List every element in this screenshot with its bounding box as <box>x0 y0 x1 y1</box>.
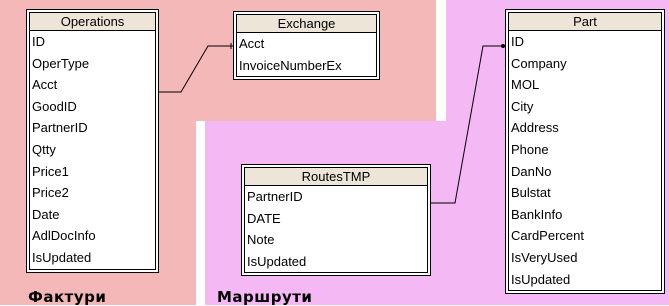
field-isupdated[interactable]: IsUpdated <box>30 247 155 269</box>
field-isupdated[interactable]: IsUpdated <box>509 269 661 291</box>
field-bulstat[interactable]: Bulstat <box>509 182 661 204</box>
field-phone[interactable]: Phone <box>509 139 661 161</box>
field-id[interactable]: ID <box>509 31 661 53</box>
field-company[interactable]: Company <box>509 53 661 75</box>
part-field-list: ID Company MOL City Address Phone DanNo … <box>509 31 661 290</box>
field-price2[interactable]: Price2 <box>30 182 155 204</box>
operations-table-title[interactable]: Operations <box>30 13 155 31</box>
routestmp-table[interactable]: RoutesTMP PartnerID DATE Note IsUpdated <box>244 167 428 274</box>
routestmp-table-title[interactable]: RoutesTMP <box>245 168 427 186</box>
field-danno[interactable]: DanNo <box>509 161 661 183</box>
field-adldocinfo[interactable]: AdlDocInfo <box>30 225 155 247</box>
field-city[interactable]: City <box>509 96 661 118</box>
exchange-table-title[interactable]: Exchange <box>237 15 376 33</box>
relation-routes-part <box>428 45 507 204</box>
relation-operations-exchange <box>155 45 235 93</box>
field-isupdated[interactable]: IsUpdated <box>245 251 427 273</box>
part-table-title[interactable]: Part <box>509 13 661 31</box>
field-acct[interactable]: Acct <box>30 74 155 96</box>
field-partnerid[interactable]: PartnerID <box>245 186 427 208</box>
operations-field-list: ID OperType Acct GoodID PartnerID Qtty P… <box>30 31 155 269</box>
field-invoicenumberex[interactable]: InvoiceNumberEx <box>237 55 376 77</box>
routestmp-field-list: PartnerID DATE Note IsUpdated <box>245 186 427 272</box>
field-price1[interactable]: Price1 <box>30 161 155 183</box>
field-address[interactable]: Address <box>509 117 661 139</box>
field-date[interactable]: DATE <box>245 208 427 230</box>
field-qtty[interactable]: Qtty <box>30 139 155 161</box>
field-bankinfo[interactable]: BankInfo <box>509 204 661 226</box>
field-mol[interactable]: MOL <box>509 74 661 96</box>
exchange-table[interactable]: Exchange Acct InvoiceNumberEx <box>236 14 377 78</box>
exchange-field-list: Acct InvoiceNumberEx <box>237 33 376 76</box>
field-partnerid[interactable]: PartnerID <box>30 117 155 139</box>
field-cardpercent[interactable]: CardPercent <box>509 225 661 247</box>
field-date[interactable]: Date <box>30 204 155 226</box>
part-table[interactable]: Part ID Company MOL City Address Phone D… <box>508 12 662 292</box>
field-goodid[interactable]: GoodID <box>30 96 155 118</box>
field-isveryused[interactable]: IsVeryUsed <box>509 247 661 269</box>
operations-table[interactable]: Operations ID OperType Acct GoodID Partn… <box>29 12 156 270</box>
field-acct[interactable]: Acct <box>237 33 376 55</box>
relation-dot <box>501 44 505 48</box>
field-opertype[interactable]: OperType <box>30 53 155 75</box>
field-id[interactable]: ID <box>30 31 155 53</box>
field-note[interactable]: Note <box>245 229 427 251</box>
